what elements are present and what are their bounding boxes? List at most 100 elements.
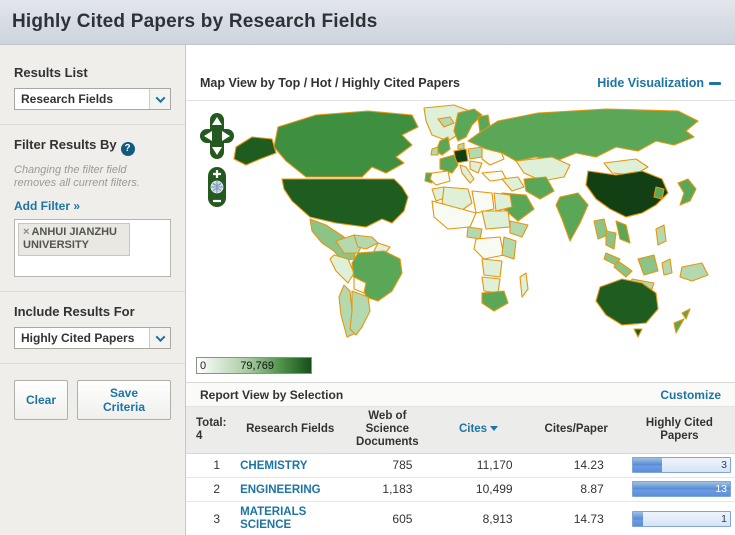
- legend-min-value: 0: [200, 360, 206, 372]
- country-poland[interactable]: [468, 147, 482, 159]
- country-namibia[interactable]: [482, 277, 500, 293]
- country-france[interactable]: [440, 155, 458, 173]
- country-usa[interactable]: [282, 179, 408, 227]
- country-new-guinea[interactable]: [680, 263, 708, 281]
- chevron-down-icon: [149, 89, 170, 109]
- include-results-heading: Include Results For: [14, 304, 171, 319]
- country-venezuela[interactable]: [354, 235, 378, 249]
- column-header-total: Total:4: [186, 407, 234, 453]
- table-row: 2ENGINEERING1,18310,4998.8713: [186, 477, 735, 501]
- highly-cited-value: 1: [721, 513, 727, 525]
- row-cites: 8,913: [428, 502, 528, 535]
- country-korea[interactable]: [654, 187, 664, 199]
- row-highly-cited-bar-cell: 13: [624, 477, 735, 501]
- country-balkans[interactable]: [470, 161, 482, 173]
- row-rank: 1: [186, 453, 234, 477]
- map-controls: [200, 113, 234, 210]
- country-vietnam[interactable]: [616, 221, 630, 243]
- highly-cited-bar: 1: [632, 511, 731, 527]
- country-tasmania[interactable]: [634, 329, 642, 337]
- country-iran[interactable]: [524, 177, 554, 199]
- research-field-link[interactable]: ENGINEERING: [240, 484, 321, 497]
- page-title: Highly Cited Papers by Research Fields: [12, 11, 378, 33]
- country-ireland[interactable]: [431, 147, 438, 155]
- row-field: ENGINEERING: [234, 477, 346, 501]
- sort-descending-icon: [490, 426, 498, 431]
- country-nigeria[interactable]: [467, 227, 482, 239]
- highly-cited-value: 3: [721, 459, 727, 471]
- row-field: CHEMISTRY: [234, 453, 346, 477]
- country-japan[interactable]: [678, 179, 696, 205]
- row-highly-cited-bar-cell: 3: [624, 453, 735, 477]
- table-row: 3MATERIALS SCIENCE6058,91314.731: [186, 502, 735, 535]
- report-table-body: 1CHEMISTRY78511,17014.2332ENGINEERING1,1…: [186, 453, 735, 535]
- research-field-link[interactable]: CHEMISTRY: [240, 460, 307, 473]
- hide-visualization-link[interactable]: Hide Visualization: [597, 76, 721, 90]
- country-alaska[interactable]: [234, 137, 276, 165]
- country-libya[interactable]: [472, 191, 494, 213]
- row-wos-documents: 785: [346, 453, 428, 477]
- country-india[interactable]: [556, 193, 588, 241]
- column-header-research-fields: Research Fields: [234, 407, 346, 453]
- save-criteria-button[interactable]: Save Criteria: [77, 380, 171, 420]
- country-madagascar[interactable]: [520, 273, 528, 297]
- customize-link[interactable]: Customize: [660, 388, 721, 402]
- row-cites-per-paper: 8.87: [529, 477, 624, 501]
- filter-section: Filter Results By? Changing the filter f…: [0, 125, 185, 292]
- row-rank: 3: [186, 502, 234, 535]
- row-cites: 10,499: [428, 477, 528, 501]
- row-highly-cited-bar-cell: 1: [624, 502, 735, 535]
- country-sudan[interactable]: [482, 211, 510, 229]
- minus-icon: [709, 82, 721, 85]
- highly-cited-bar: 13: [632, 481, 731, 497]
- include-results-select[interactable]: Highly Cited Papers: [14, 327, 171, 349]
- country-south-africa[interactable]: [482, 291, 508, 311]
- chevron-down-icon: [149, 328, 170, 348]
- report-panel-header: Report View by Selection Customize: [186, 383, 735, 407]
- country-east-africa[interactable]: [502, 237, 516, 259]
- report-panel: Report View by Selection Customize Total…: [186, 383, 735, 535]
- map-panel-header: Map View by Top / Hot / Highly Cited Pap…: [186, 45, 735, 101]
- row-wos-documents: 1,183: [346, 477, 428, 501]
- column-header-cites-sort[interactable]: Cites: [428, 407, 528, 453]
- remove-filter-icon[interactable]: ×: [23, 226, 29, 238]
- country-angola[interactable]: [482, 259, 502, 277]
- country-iraq[interactable]: [502, 177, 524, 191]
- filter-heading: Filter Results By?: [14, 137, 171, 156]
- country-canada[interactable]: [274, 111, 418, 177]
- row-cites-per-paper: 14.73: [529, 502, 624, 535]
- page: Highly Cited Papers by Research Fields R…: [0, 0, 735, 535]
- country-ethiopia[interactable]: [510, 221, 528, 237]
- legend-max-value: 79,769: [240, 360, 274, 372]
- country-argentina[interactable]: [350, 291, 370, 335]
- country-philippines[interactable]: [656, 225, 666, 245]
- country-sumatra[interactable]: [614, 261, 632, 277]
- row-cites: 11,170: [428, 453, 528, 477]
- country-russia[interactable]: [468, 109, 698, 161]
- country-spain[interactable]: [430, 171, 450, 185]
- country-borneo[interactable]: [638, 255, 658, 275]
- filter-tag[interactable]: ×ANHUI JIANZHU UNIVERSITY: [18, 223, 130, 256]
- map-view-title: Map View by Top / Hot / Highly Cited Pap…: [200, 76, 460, 90]
- include-results-selected-value: Highly Cited Papers: [15, 331, 134, 345]
- add-filter-link[interactable]: Add Filter »: [14, 199, 80, 213]
- map-legend: 0 79,769: [186, 348, 735, 383]
- report-view-title: Report View by Selection: [200, 388, 343, 402]
- report-table: Total:4 Research Fields Web of Science D…: [186, 407, 735, 535]
- filter-note: Changing the filter field removes all cu…: [14, 164, 171, 192]
- country-drc[interactable]: [474, 237, 504, 259]
- country-sulawesi[interactable]: [662, 259, 672, 275]
- country-denmark[interactable]: [458, 143, 464, 149]
- results-list-select[interactable]: Research Fields: [14, 88, 171, 110]
- country-new-zealand[interactable]: [674, 309, 690, 333]
- include-results-section: Include Results For Highly Cited Papers: [0, 292, 185, 364]
- help-icon[interactable]: ?: [121, 142, 135, 156]
- main-panel: Map View by Top / Hot / Highly Cited Pap…: [186, 45, 735, 535]
- choropleth-world-map: [186, 101, 734, 348]
- highly-cited-value: 13: [715, 483, 727, 495]
- research-field-link[interactable]: MATERIALS SCIENCE: [240, 506, 340, 532]
- content: Results List Research Fields Filter Resu…: [0, 45, 735, 535]
- country-thailand[interactable]: [606, 231, 616, 249]
- highly-cited-bar: 3: [632, 457, 731, 473]
- clear-button[interactable]: Clear: [14, 380, 68, 420]
